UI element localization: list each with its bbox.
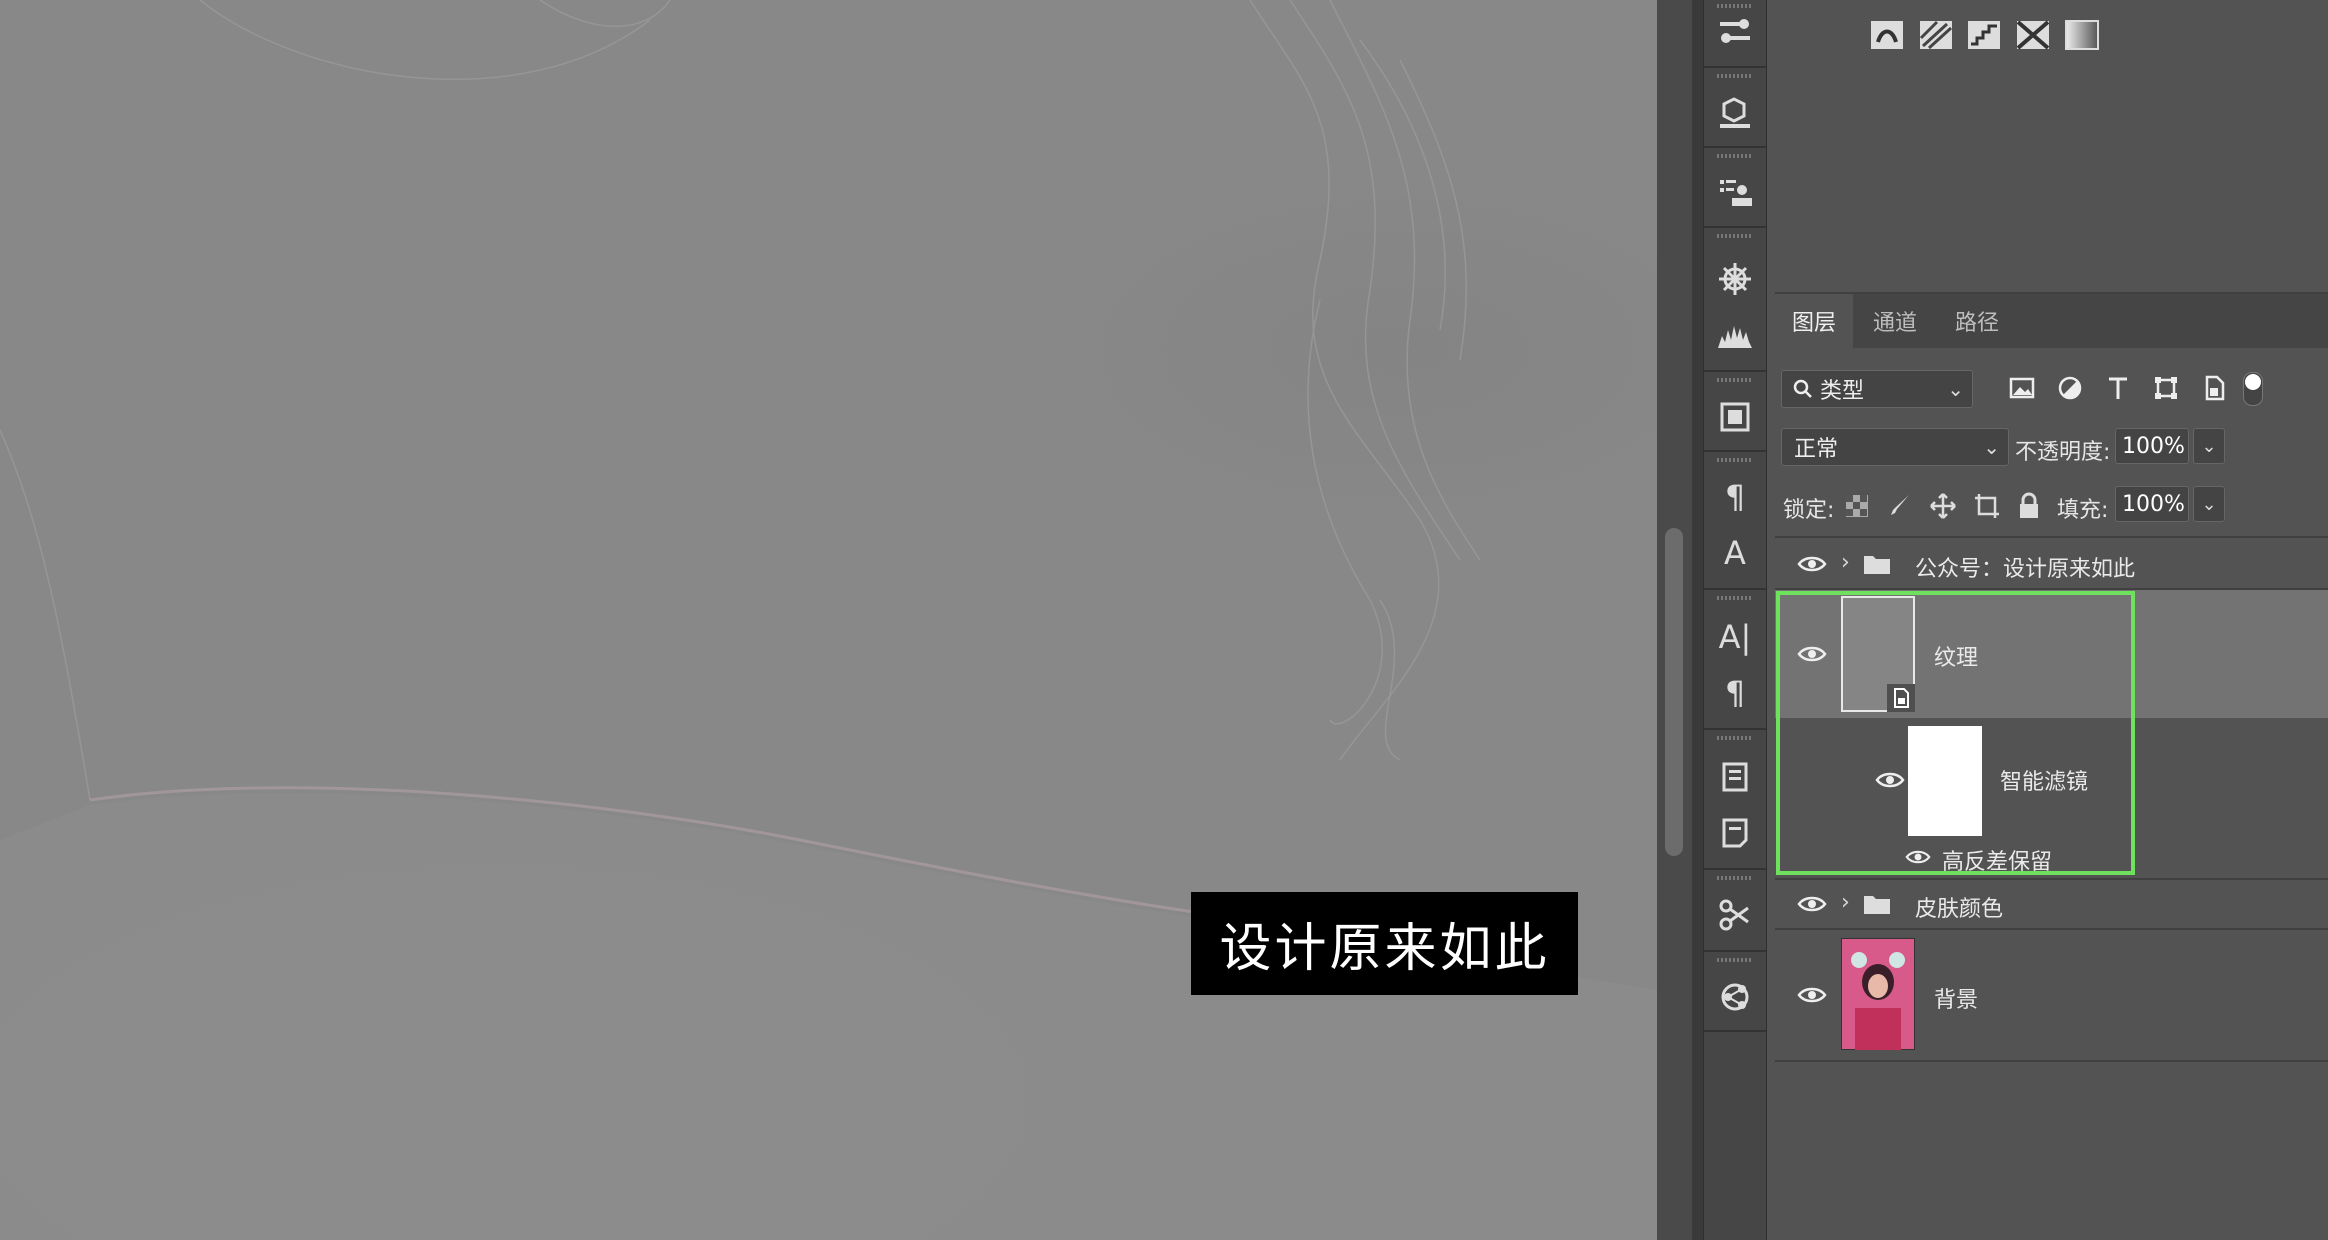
smart-object-filter-icon[interactable] bbox=[2197, 370, 2231, 406]
3d-icon[interactable] bbox=[1704, 88, 1766, 138]
panel-grip[interactable] bbox=[1717, 378, 1753, 382]
panel-tabs: 图层 通道 路径 bbox=[1775, 294, 2328, 348]
folder-icon bbox=[1864, 556, 1890, 574]
character-icon[interactable]: A| bbox=[1704, 612, 1766, 662]
lock-label: 锁定: bbox=[1783, 498, 1835, 523]
threshold-icon[interactable] bbox=[2016, 20, 2050, 50]
posterize-icon[interactable] bbox=[1967, 20, 2001, 50]
lock-all-icon[interactable] bbox=[2017, 492, 2041, 520]
separator bbox=[1704, 66, 1766, 68]
fill-input[interactable]: 100% bbox=[2115, 486, 2189, 522]
visibility-eye-icon[interactable] bbox=[1797, 554, 1827, 574]
info-icon[interactable] bbox=[1704, 752, 1766, 802]
notes-icon[interactable] bbox=[1704, 808, 1766, 858]
tab-channels[interactable]: 通道 bbox=[1855, 294, 1935, 348]
separator bbox=[1704, 146, 1766, 148]
selective-color-icon[interactable] bbox=[1870, 20, 1904, 50]
blend-row: 正常 ⌄ 不透明度: 100% ⌄ bbox=[1775, 428, 2328, 468]
lock-transparent-pixels-icon[interactable] bbox=[1845, 494, 1869, 518]
opacity-input[interactable]: 100% bbox=[2115, 428, 2189, 464]
blend-mode-select[interactable]: 正常 ⌄ bbox=[1781, 428, 2009, 466]
adjustment-filter-icon[interactable] bbox=[2053, 370, 2087, 406]
tab-paths[interactable]: 路径 bbox=[1937, 294, 2017, 348]
tool-presets-icon[interactable] bbox=[1704, 890, 1766, 940]
separator bbox=[1775, 536, 2328, 538]
panel-grip[interactable] bbox=[1717, 74, 1753, 78]
type-filter-icon[interactable] bbox=[2101, 370, 2135, 406]
adjustments-area bbox=[1775, 0, 2328, 294]
layer-filter-row: 类型 ⌄ bbox=[1775, 370, 2328, 410]
opacity-dropdown[interactable]: ⌄ bbox=[2193, 428, 2225, 464]
canvas-scrollbar-thumb[interactable] bbox=[1665, 528, 1683, 856]
search-icon bbox=[1793, 379, 1812, 398]
collapsed-panels-strip: ¶ A A| ¶ bbox=[1703, 0, 1767, 1240]
background-thumbnail[interactable] bbox=[1841, 938, 1915, 1050]
channel-mixer-icon[interactable] bbox=[1919, 20, 1953, 50]
separator bbox=[1704, 450, 1766, 452]
layer-name: 背景 bbox=[1934, 988, 1979, 1013]
histogram-icon[interactable] bbox=[1704, 310, 1766, 360]
separator bbox=[1704, 868, 1766, 870]
clone-source-icon[interactable] bbox=[1704, 168, 1766, 218]
chevron-right-icon[interactable]: › bbox=[1841, 890, 1850, 915]
separator bbox=[1704, 588, 1766, 590]
properties-icon[interactable] bbox=[1704, 8, 1766, 58]
tab-layers[interactable]: 图层 bbox=[1775, 294, 1853, 348]
chevron-down-icon: ⌄ bbox=[1947, 377, 1964, 401]
share-icon[interactable] bbox=[1704, 972, 1766, 1022]
chevron-right-icon[interactable]: › bbox=[1841, 550, 1850, 575]
panel-grip[interactable] bbox=[1717, 234, 1753, 238]
fill-dropdown[interactable]: ⌄ bbox=[2193, 486, 2225, 522]
layer-row-background[interactable]: 背景 bbox=[1775, 930, 2328, 1062]
watermark-caption: 设计原来如此 bbox=[1191, 892, 1578, 995]
shape-filter-icon[interactable] bbox=[2149, 370, 2183, 406]
lock-row: 锁定: 填充: 100% ⌄ bbox=[1775, 486, 2328, 526]
document-canvas[interactable]: 设计原来如此 bbox=[0, 0, 1657, 1240]
panel-grip[interactable] bbox=[1717, 958, 1753, 962]
visibility-eye-icon[interactable] bbox=[1797, 894, 1827, 914]
layer-row-group-wechat[interactable]: › 公众号：设计原来如此 bbox=[1775, 540, 2328, 590]
gradient-map-icon[interactable] bbox=[2065, 20, 2099, 50]
filter-kind-select[interactable]: 类型 ⌄ bbox=[1781, 370, 1973, 408]
folder-icon bbox=[1864, 896, 1890, 914]
image-filter-icon[interactable] bbox=[2005, 370, 2039, 406]
blend-mode-label: 正常 bbox=[1794, 437, 1839, 462]
paragraph-styles-icon[interactable]: ¶ bbox=[1704, 472, 1766, 522]
chevron-down-icon: ⌄ bbox=[1983, 435, 2000, 459]
opacity-label: 不透明度: bbox=[2015, 440, 2111, 465]
panel-grip[interactable] bbox=[1717, 596, 1753, 600]
layer-row-group-skin[interactable]: › 皮肤颜色 bbox=[1775, 880, 2328, 930]
filter-kind-label: 类型 bbox=[1820, 379, 1865, 404]
separator bbox=[1704, 370, 1766, 372]
layer-name: 皮肤颜色 bbox=[1915, 897, 2004, 922]
lock-artboard-icon[interactable] bbox=[1973, 492, 2001, 520]
separator bbox=[1704, 950, 1766, 952]
paragraph-icon[interactable]: ¶ bbox=[1704, 668, 1766, 718]
separator bbox=[1704, 1030, 1766, 1032]
panel-grip[interactable] bbox=[1717, 876, 1753, 880]
layer-name: 公众号：设计原来如此 bbox=[1915, 557, 2136, 582]
panel-divider bbox=[1692, 0, 1703, 1240]
panel-grip[interactable] bbox=[1717, 458, 1753, 462]
lock-image-pixels-icon[interactable] bbox=[1887, 492, 1913, 518]
panel-grip[interactable] bbox=[1717, 736, 1753, 740]
separator bbox=[1704, 226, 1766, 228]
filter-toggle[interactable] bbox=[2243, 372, 2263, 406]
fill-label: 填充: bbox=[2057, 498, 2109, 523]
visibility-eye-icon[interactable] bbox=[1797, 985, 1827, 1005]
panel-grip[interactable] bbox=[1717, 154, 1753, 158]
separator bbox=[1704, 728, 1766, 730]
lock-position-icon[interactable] bbox=[1929, 492, 1957, 520]
character-styles-icon[interactable]: A bbox=[1704, 528, 1766, 578]
texture-image bbox=[0, 0, 1657, 1240]
libraries-icon[interactable] bbox=[1704, 392, 1766, 442]
navigator-icon[interactable] bbox=[1704, 254, 1766, 304]
highlight-box bbox=[1776, 591, 2135, 875]
